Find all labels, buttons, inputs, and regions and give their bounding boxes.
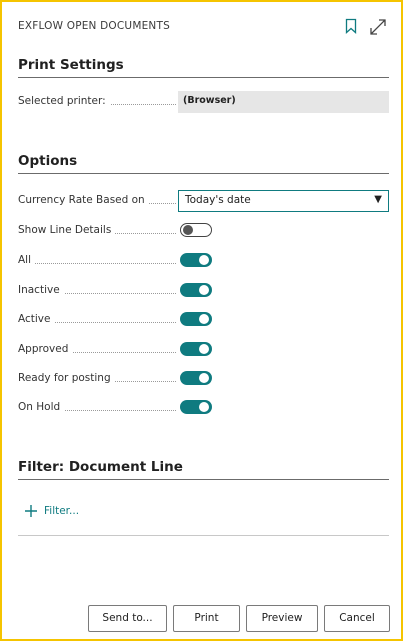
currency-rate-value: Today's date — [185, 194, 251, 206]
send-to-button[interactable]: Send to... — [88, 605, 167, 632]
toggle-label: Inactive — [18, 284, 64, 296]
toggle-label: All — [18, 254, 36, 266]
toggle-knob — [199, 285, 209, 295]
divider — [18, 535, 389, 536]
toggle-knob — [199, 255, 209, 265]
filter-header: Filter: Document Line — [18, 459, 389, 480]
dropdown-arrow-icon: ▼ — [374, 194, 382, 205]
selected-printer-value[interactable]: (Browser) — [178, 91, 389, 113]
currency-rate-row: Currency Rate Based on Today's date ▼ — [18, 190, 390, 212]
toggle-row-approved: Approved — [18, 339, 390, 361]
toggle-row-ready-for-posting: Ready for posting — [18, 368, 390, 390]
active-toggle[interactable] — [180, 312, 212, 326]
toggle-knob — [199, 402, 209, 412]
selected-printer-row: Selected printer: (Browser) — [18, 91, 390, 113]
toggle-knob — [183, 225, 193, 235]
ready-for-posting-toggle[interactable] — [180, 371, 212, 385]
toggle-knob — [199, 373, 209, 383]
plus-icon — [25, 505, 37, 517]
toggle-label: On Hold — [18, 401, 65, 413]
preview-button[interactable]: Preview — [246, 605, 318, 632]
dialog-title: EXFLOW OPEN DOCUMENTS — [18, 20, 170, 32]
toggle-knob — [199, 344, 209, 354]
toggle-row-inactive: Inactive — [18, 280, 390, 302]
expand-icon[interactable] — [368, 17, 388, 37]
toggle-label: Ready for posting — [18, 372, 115, 384]
toggle-label: Show Line Details — [18, 224, 116, 236]
toggle-row-active: Active — [18, 309, 390, 331]
approved-toggle[interactable] — [180, 342, 212, 356]
toggle-label: Active — [18, 313, 55, 325]
options-header: Options — [18, 153, 389, 174]
toggle-knob — [199, 314, 209, 324]
toggle-row-show-line-details: Show Line Details — [18, 220, 390, 242]
bookmark-icon[interactable] — [345, 18, 357, 34]
all-toggle[interactable] — [180, 253, 212, 267]
print-settings-header: Print Settings — [18, 57, 389, 78]
cancel-button[interactable]: Cancel — [324, 605, 390, 632]
selected-printer-label: Selected printer: — [18, 95, 110, 107]
print-button[interactable]: Print — [173, 605, 240, 632]
currency-rate-select[interactable]: Today's date ▼ — [178, 190, 389, 212]
dialog: EXFLOW OPEN DOCUMENTS Print Settings Sel… — [2, 2, 401, 639]
toggle-label: Approved — [18, 343, 73, 355]
toggle-row-on-hold: On Hold — [18, 397, 390, 419]
on-hold-toggle[interactable] — [180, 400, 212, 414]
currency-rate-label: Currency Rate Based on — [18, 194, 149, 206]
add-filter-link[interactable]: Filter... — [24, 504, 79, 518]
show-line-details-toggle[interactable] — [180, 223, 212, 237]
field-dots — [18, 263, 176, 264]
inactive-toggle[interactable] — [180, 283, 212, 297]
toggle-row-all: All — [18, 250, 390, 272]
filter-link-label: Filter... — [44, 505, 80, 517]
